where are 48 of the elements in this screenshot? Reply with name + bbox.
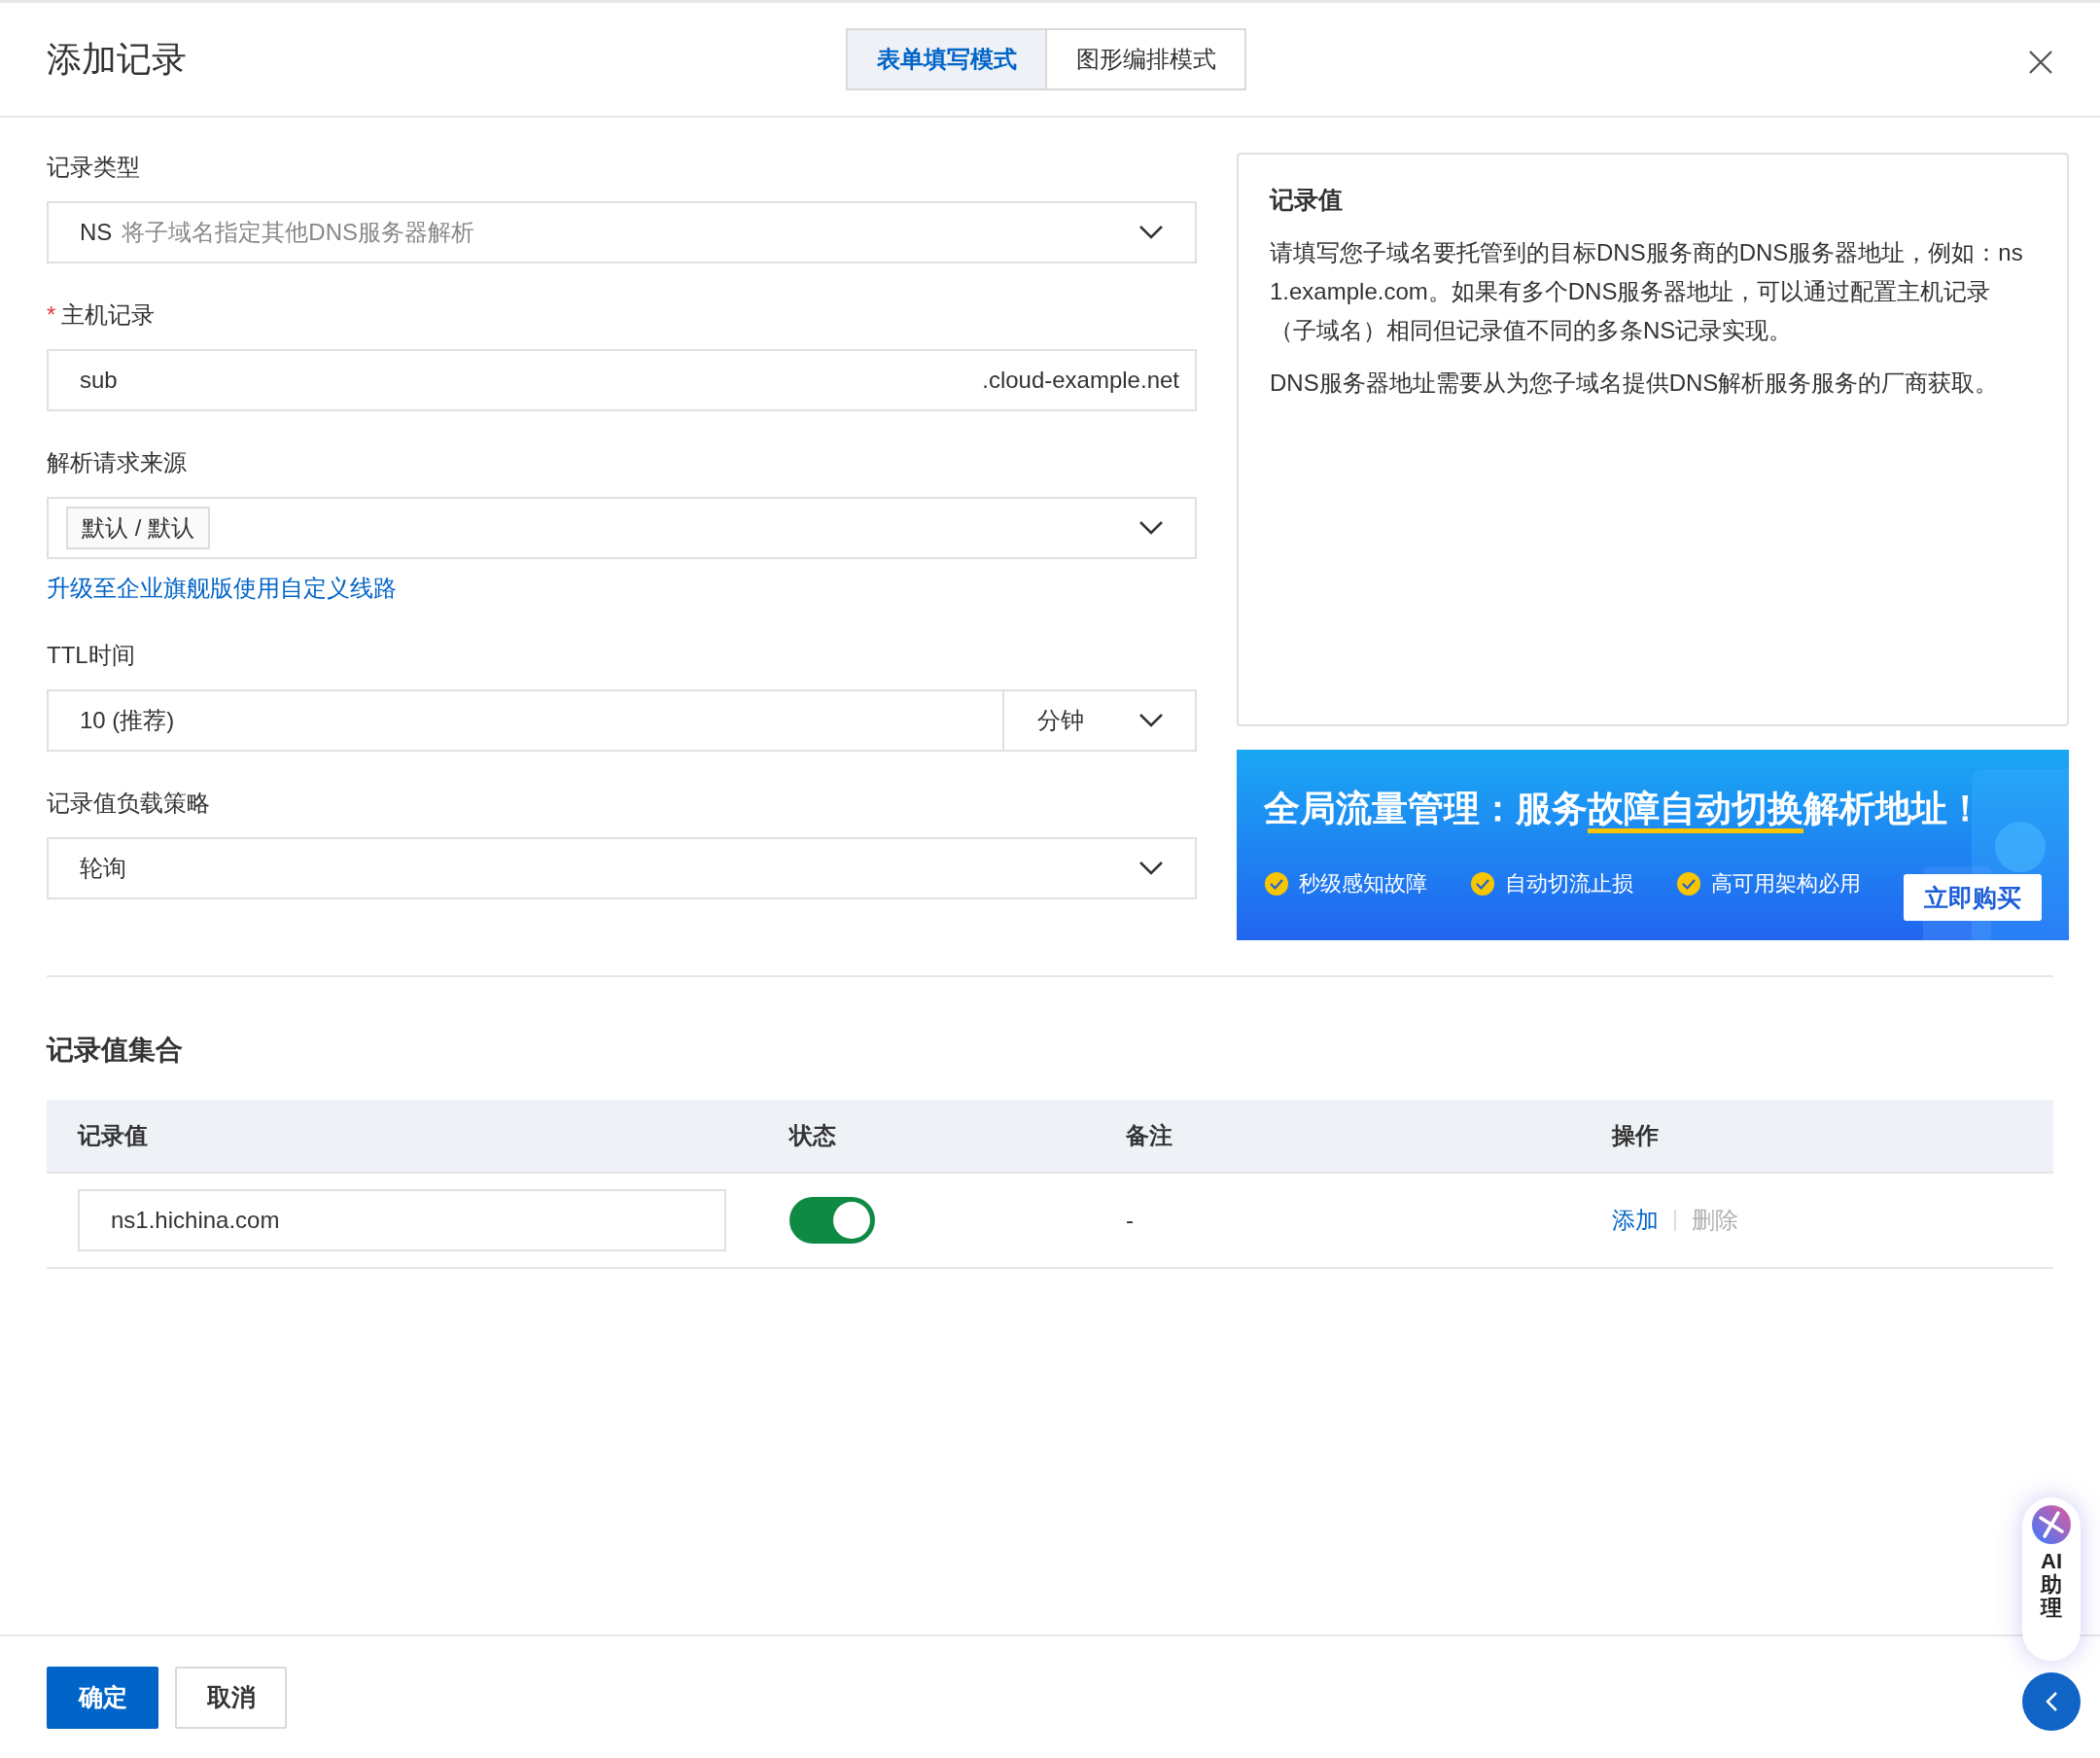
record-type-select[interactable]: NS 将子域名指定其他DNS服务器解析 [47,201,1197,264]
record-value-field[interactable]: ns1.hichina.com [78,1189,726,1251]
ai-assistant-button[interactable]: AI助理 [2022,1497,2081,1661]
mode-tab[interactable]: 表单填写模式 [846,28,1047,90]
ttl-field[interactable]: 10 (推荐) [47,689,1004,752]
note-cell: - [1126,1207,1134,1234]
field-label: TTL时间 [47,641,135,670]
column-header: 记录值 [78,1121,149,1150]
collapse-button[interactable] [2022,1672,2081,1731]
section-title: 记录值集合 [47,1034,184,1067]
column-header: 状态 [789,1121,837,1150]
chevron-left-icon [2045,1691,2058,1712]
field-label: 解析请求来源 [47,448,187,477]
upgrade-link[interactable]: 升级至企业旗舰版使用自定义线路 [47,573,397,604]
request-source-select[interactable]: 默认 / 默认 [47,497,1197,559]
field-label: 记录值负载策略 [47,789,210,818]
info-paragraph: 请填写您子域名要托管到的目标DNS服务商的DNS服务器地址，例如：ns1.example.com。如果有多个DNS服务器地址，可以通过配置主机记录（子域名）相同但记录值不同的多条NS记录实现。 [1270,238,2024,345]
field-label: 主机记录 [61,300,156,330]
info-paragraph: DNS服务器地址需要从为您子域名提供DNS解析服务服务的厂商获取。 [1270,369,2000,398]
host-record-field[interactable]: sub .cloud-example.net [47,349,1197,411]
column-header: 备注 [1126,1121,1173,1150]
banner-feature: 自动切流止损 [1505,870,1633,897]
row-action-link[interactable]: 添加 [1612,1205,1659,1236]
info-title: 记录值 [1270,185,1344,215]
chevron-down-icon [1138,520,1164,536]
mode-tab[interactable]: 图形编排模式 [1045,28,1246,90]
check-circle-icon [1264,871,1289,897]
banner-title: 全局流量管理：服务故障自动切换解析地址！ [1264,785,1983,833]
source-tag: 默认 / 默认 [66,507,210,549]
ttl-unit-select[interactable]: 分钟 [1002,689,1197,752]
dialog-title: 添加记录 [47,37,187,81]
load-strategy-select[interactable]: 轮询 [47,837,1197,899]
cancel-button[interactable]: 取消 [175,1666,287,1729]
chevron-down-icon [1138,861,1164,876]
banner-feature: 高可用架构必用 [1711,870,1861,897]
chevron-down-icon [1138,713,1164,728]
check-circle-icon [1676,871,1701,897]
required-mark: * [47,301,56,329]
close-icon[interactable] [2028,50,2053,75]
check-circle-icon [1470,871,1495,897]
field-label: 记录类型 [47,153,140,182]
buy-button[interactable]: 立即购买 [1904,874,2042,921]
promo-banner[interactable]: 全局流量管理：服务故障自动切换解析地址！ 秒级感知故障 自动切流止损 高可用架构必用 立即购买 [1237,750,2069,940]
confirm-button[interactable]: 确定 [47,1666,158,1729]
column-header: 操作 [1612,1121,1660,1150]
status-toggle[interactable] [789,1197,875,1244]
chevron-down-icon [1138,225,1164,240]
banner-feature: 秒级感知故障 [1299,870,1427,897]
